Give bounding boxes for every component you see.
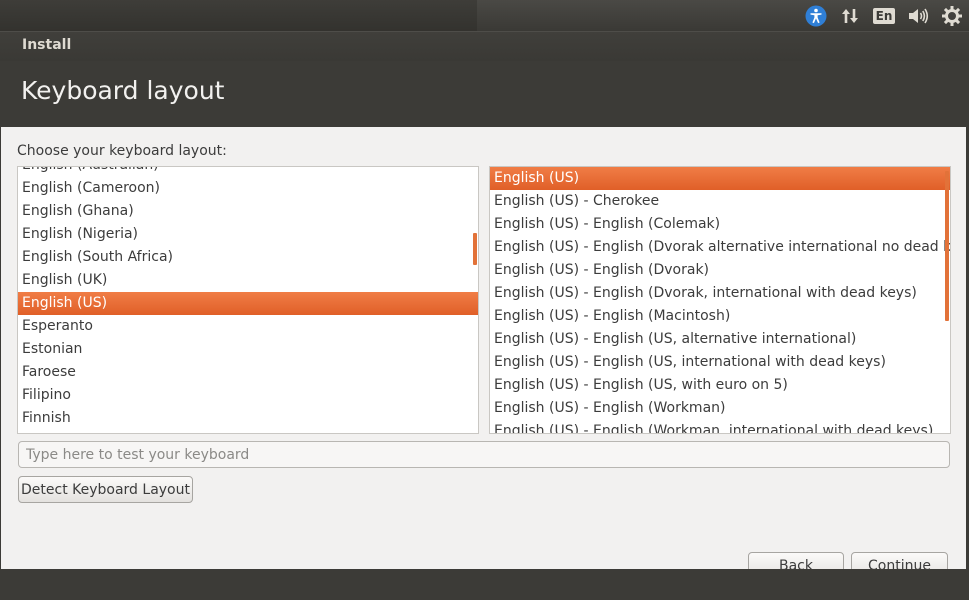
variant-list-item[interactable]: English (US) - Cherokee bbox=[490, 190, 950, 213]
layout-list-item[interactable]: English (US) bbox=[18, 292, 478, 315]
layout-list-item[interactable]: Esperanto bbox=[18, 315, 478, 338]
layout-list-item[interactable]: English (UK) bbox=[18, 269, 478, 292]
detect-layout-button[interactable]: Detect Keyboard Layout bbox=[18, 476, 193, 503]
variant-list-item[interactable]: English (US) - English (Workman, interna… bbox=[490, 420, 950, 433]
variant-list-item[interactable]: English (US) - English (US, alternative … bbox=[490, 328, 950, 351]
panel-left-area bbox=[0, 0, 477, 31]
keyboard-indicator-icon[interactable]: En bbox=[867, 0, 901, 31]
keyboard-indicator-label: En bbox=[872, 7, 896, 24]
variant-list-item[interactable]: English (US) - English (Colemak) bbox=[490, 213, 950, 236]
keyboard-test-input[interactable] bbox=[18, 441, 950, 468]
layout-list[interactable]: English (Australian)English (Cameroon)En… bbox=[17, 166, 479, 434]
settings-icon[interactable] bbox=[935, 0, 969, 31]
layout-list-item[interactable]: French bbox=[18, 430, 478, 433]
variant-list-item[interactable]: English (US) - English (Dvorak alternati… bbox=[490, 236, 950, 259]
layout-list-scrollbar[interactable] bbox=[473, 233, 477, 265]
layout-list-item[interactable]: English (Cameroon) bbox=[18, 177, 478, 200]
layout-prompt: Choose your keyboard layout: bbox=[17, 143, 227, 159]
variant-list-item[interactable]: English (US) - English (US, with euro on… bbox=[490, 374, 950, 397]
installer-window: Install Keyboard layout Choose your keyb… bbox=[0, 31, 969, 600]
layout-list-item[interactable]: English (Australian) bbox=[18, 167, 478, 177]
variant-list-item[interactable]: English (US) bbox=[490, 167, 950, 190]
variant-list-scrollbar[interactable] bbox=[945, 171, 949, 321]
variant-list-item[interactable]: English (US) - English (Macintosh) bbox=[490, 305, 950, 328]
layout-list-item[interactable]: English (Ghana) bbox=[18, 200, 478, 223]
variant-list-item[interactable]: English (US) - English (US, internationa… bbox=[490, 351, 950, 374]
layout-list-rows: English (Australian)English (Cameroon)En… bbox=[18, 167, 478, 433]
layout-list-item[interactable]: Filipino bbox=[18, 384, 478, 407]
window-title: Install bbox=[22, 37, 72, 53]
network-icon[interactable] bbox=[833, 0, 867, 31]
layout-list-item[interactable]: Estonian bbox=[18, 338, 478, 361]
top-panel: En bbox=[0, 0, 969, 31]
indicator-area: En bbox=[799, 0, 969, 31]
content-area: Choose your keyboard layout: English (Au… bbox=[1, 127, 966, 579]
variant-list-rows: English (US) English (US) - Cherokee Engli… bbox=[490, 167, 950, 433]
accessibility-icon[interactable] bbox=[799, 0, 833, 31]
variant-list-item[interactable]: English (US) - English (Dvorak) bbox=[490, 259, 950, 282]
footer-bar bbox=[0, 569, 969, 600]
page-title: Keyboard layout bbox=[21, 76, 225, 105]
page-header: Keyboard layout bbox=[0, 61, 969, 127]
layout-list-item[interactable]: Faroese bbox=[18, 361, 478, 384]
variant-list-item[interactable]: English (US) - English (Workman) bbox=[490, 397, 950, 420]
variant-list-item[interactable]: English (US) - English (Dvorak, internat… bbox=[490, 282, 950, 305]
volume-icon[interactable] bbox=[901, 0, 935, 31]
layout-list-item[interactable]: English (Nigeria) bbox=[18, 223, 478, 246]
layout-list-item[interactable]: Finnish bbox=[18, 407, 478, 430]
layout-list-item[interactable]: English (South Africa) bbox=[18, 246, 478, 269]
title-bar[interactable]: Install bbox=[0, 31, 969, 61]
variant-list[interactable]: English (US) English (US) - Cherokee Engli… bbox=[489, 166, 951, 434]
